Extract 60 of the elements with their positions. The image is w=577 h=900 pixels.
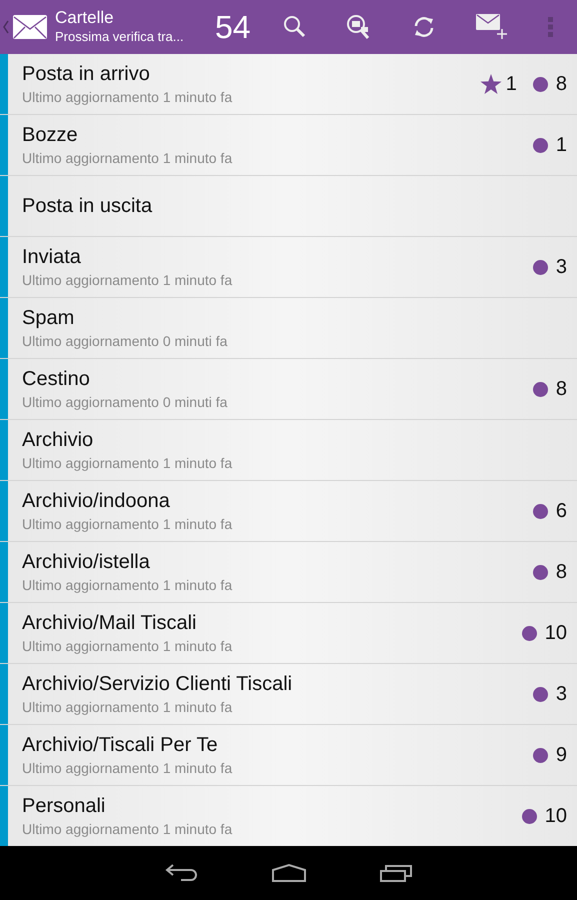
folder-name: Posta in arrivo xyxy=(22,62,151,86)
unread-count: 8 xyxy=(556,72,567,97)
unread-count: 3 xyxy=(556,255,567,280)
unread-count: 8 xyxy=(556,560,567,585)
folder-row[interactable]: Inviata Ultimo aggiornamento 1 minuto fa 3 xyxy=(0,237,577,298)
folder-row[interactable]: Archivio/istella Ultimo aggiornamento 1 minuto fa 8 xyxy=(0,542,577,603)
folder-name: Archivio/Servizio Clienti Tiscali xyxy=(22,672,294,696)
last-updated: Ultimo aggiornamento 1 minuto fa xyxy=(22,88,234,106)
folder-name: Bozze xyxy=(22,123,79,147)
folder-row[interactable]: Posta in uscita xyxy=(0,176,577,237)
folder-row[interactable]: Archivio/Servizio Clienti Tiscali Ultimo aggiornamento 1 minuto fa 3 xyxy=(0,664,577,725)
last-updated: Ultimo aggiornamento 1 minuto fa xyxy=(22,149,234,167)
unread-count: 3 xyxy=(556,682,567,707)
folder-row[interactable]: Archivio/indoona Ultimo aggiornamento 1 minuto fa 6 xyxy=(0,481,577,542)
envelope-icon xyxy=(13,15,47,39)
recent-apps-button[interactable] xyxy=(378,863,412,883)
home-button[interactable] xyxy=(270,863,306,883)
unread-count: 10 xyxy=(544,804,567,829)
last-updated: Ultimo aggiornamento 1 minuto fa xyxy=(22,515,234,533)
last-updated: Ultimo aggiornamento 1 minuto fa xyxy=(22,271,234,289)
last-updated: Ultimo aggiornamento 0 minuti fa xyxy=(22,393,228,411)
last-updated: Ultimo aggiornamento 0 minuti fa xyxy=(22,332,228,350)
folder-row[interactable]: Archivio/Tiscali Per Te Ultimo aggiornamento 1 minuto fa 9 xyxy=(0,725,577,786)
folder-name: Posta in uscita xyxy=(22,194,154,218)
folder-name: Inviata xyxy=(22,245,82,269)
folder-name: Cestino xyxy=(22,367,91,391)
back-caret-icon xyxy=(3,20,9,34)
folder-name: Spam xyxy=(22,306,76,330)
unread-count: 9 xyxy=(556,743,567,768)
screen-title: Cartelle xyxy=(55,8,115,28)
overflow-menu-icon xyxy=(547,16,556,38)
folder-row[interactable]: Archivio/Mail Tiscali Ultimo aggiornamento 1 minuto fa 10 xyxy=(0,603,577,664)
last-updated: Ultimo aggiornamento 1 minuto fa xyxy=(22,820,234,838)
folder-name: Personali xyxy=(22,794,106,818)
screen-subtitle: Prossima verifica tra... xyxy=(55,28,185,46)
folder-row[interactable]: Cestino Ultimo aggiornamento 0 minuti fa 8 xyxy=(0,359,577,420)
folder-name: Archivio/Tiscali Per Te xyxy=(22,733,219,757)
unread-count: 54 xyxy=(215,8,252,47)
folder-name: Archivio/Mail Tiscali xyxy=(22,611,198,635)
last-updated: Ultimo aggiornamento 1 minuto fa xyxy=(22,759,234,777)
folder-name: Archivio/indoona xyxy=(22,489,171,513)
unread-count: 8 xyxy=(556,377,567,402)
folder-row[interactable]: Posta in arrivo Ultimo aggiornamento 1 minuto fa 1 8 xyxy=(0,54,577,115)
folder-name: Archivio xyxy=(22,428,94,452)
last-updated: Ultimo aggiornamento 1 minuto fa xyxy=(22,576,234,594)
unread-count: 10 xyxy=(544,621,567,646)
search-icon xyxy=(282,15,307,39)
folder-name: Archivio/istella xyxy=(22,550,151,574)
star-icon xyxy=(480,74,502,94)
back-button[interactable] xyxy=(164,863,198,883)
starred-count: 1 xyxy=(506,72,517,97)
last-updated: Ultimo aggiornamento 1 minuto fa xyxy=(22,637,234,655)
folder-row[interactable]: Spam Ultimo aggiornamento 0 minuti fa xyxy=(0,298,577,359)
folder-row[interactable]: Bozze Ultimo aggiornamento 1 minuto fa 1 xyxy=(0,115,577,176)
last-updated: Ultimo aggiornamento 1 minuto fa xyxy=(22,454,234,472)
envelope-plus-icon xyxy=(476,14,508,40)
unread-count: 6 xyxy=(556,499,567,524)
unread-count: 1 xyxy=(556,133,567,158)
last-updated: Ultimo aggiornamento 1 minuto fa xyxy=(22,698,234,716)
folder-row[interactable]: Archivio Ultimo aggiornamento 1 minuto fa xyxy=(0,420,577,481)
